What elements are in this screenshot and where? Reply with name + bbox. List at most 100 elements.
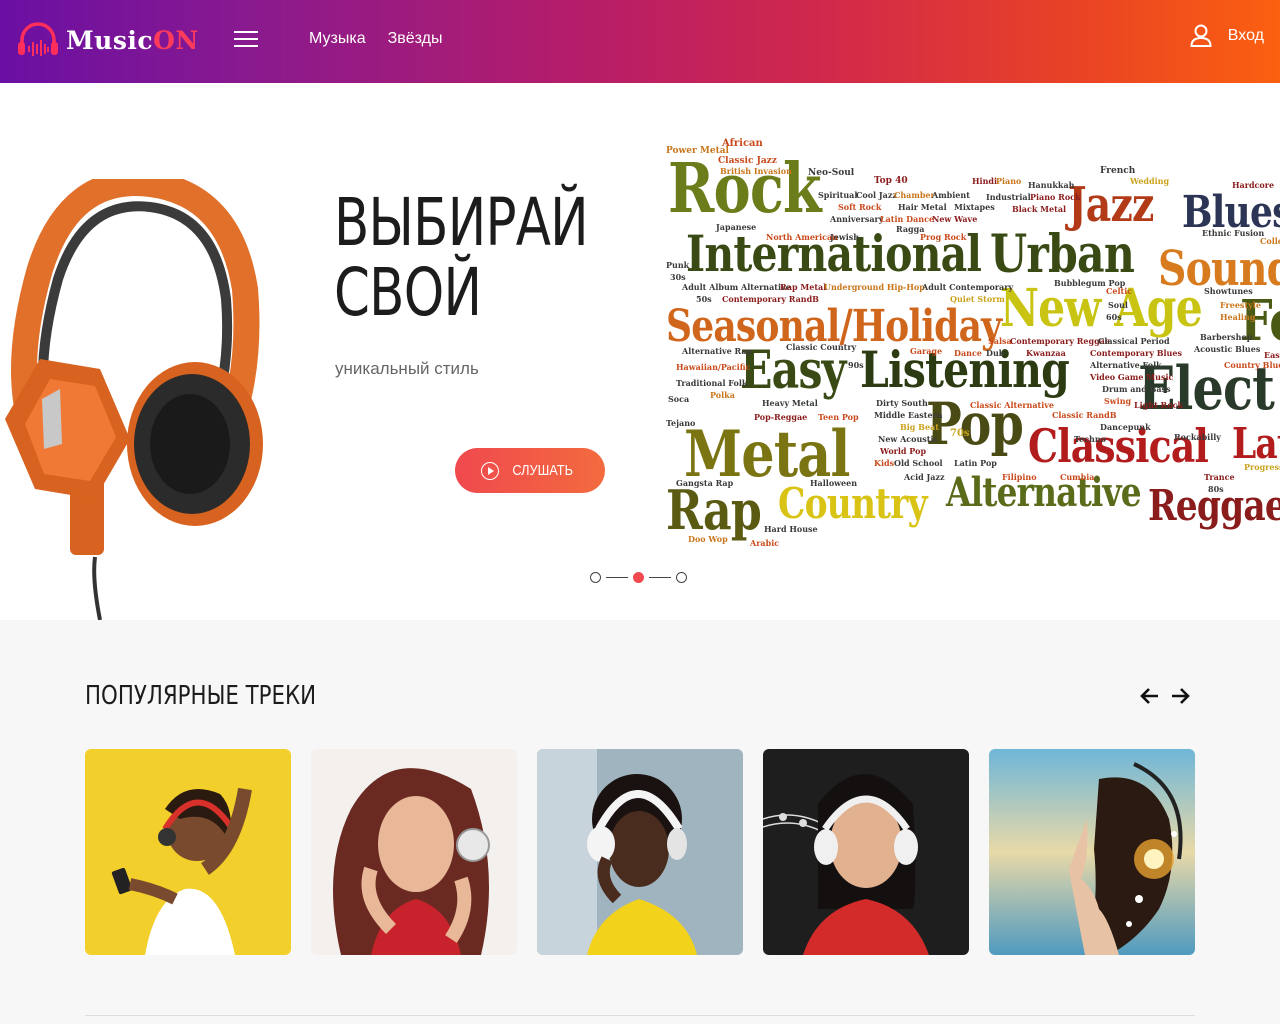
slider-dash <box>606 577 628 578</box>
genre-word: Trance <box>1204 472 1235 482</box>
genre-word: Big Beat <box>900 422 939 432</box>
track-card[interactable] <box>311 749 517 955</box>
genre-word: Ethnic Fusion <box>1202 228 1265 238</box>
track-image <box>763 749 969 955</box>
genre-word: Hardcore <box>1232 180 1275 190</box>
genre-word: Ambient <box>932 190 970 200</box>
genre-word: Prog Rock <box>920 232 967 242</box>
genre-word: New Age <box>1000 278 1203 339</box>
genre-word: Heavy Metal <box>762 398 818 408</box>
genre-word: Contemporary RandB <box>722 294 819 304</box>
nav-item-music[interactable]: Музыка <box>309 30 366 48</box>
genre-word: College <box>1260 236 1280 246</box>
hero-title: ВЫБИРАЙ СВОЙ <box>334 184 589 331</box>
genre-word: Alternative Folk <box>1090 360 1162 370</box>
genre-word: Cumbia <box>1060 472 1095 482</box>
genre-word: 80s <box>1208 484 1224 494</box>
genre-word: Adult Album Alternative <box>682 282 791 292</box>
track-image <box>989 749 1195 955</box>
section-divider <box>85 1015 1195 1016</box>
genre-word: Alternative Rap <box>682 346 753 356</box>
genre-word: Polka <box>710 390 735 400</box>
genre-word: Jewish <box>830 232 860 242</box>
track-image <box>311 749 517 955</box>
track-card[interactable] <box>85 749 291 955</box>
genre-word: Latin Dance <box>880 214 935 224</box>
genre-word: 30s <box>670 272 686 282</box>
genre-word: Piano <box>996 176 1022 186</box>
genre-word: Hindi <box>972 176 998 186</box>
genre-word: Rap Metal <box>780 282 827 292</box>
slider-dot-2[interactable] <box>633 572 644 583</box>
tracks-carousel <box>85 749 1195 955</box>
genre-word: Classic Country <box>786 342 857 352</box>
login-button[interactable]: Вход <box>1190 24 1264 48</box>
headphones-logo-icon <box>18 22 58 56</box>
genre-word: Power Metal <box>666 146 729 156</box>
genre-word: Underground Hip-Hop <box>824 282 925 292</box>
track-image <box>85 749 291 955</box>
genre-word: Tejano <box>666 418 696 428</box>
genre-word: Drum and Bass <box>1102 384 1171 394</box>
logo[interactable]: MusicON <box>16 22 199 58</box>
genre-word: Cool Jazz <box>856 190 897 200</box>
slider-dot-1[interactable] <box>590 572 601 583</box>
genre-word: Pop-Reggae <box>754 412 808 422</box>
genre-word: East Co <box>1264 350 1280 360</box>
genre-word: French <box>1100 166 1136 176</box>
genre-word: Neo-Soul <box>808 168 855 178</box>
genre-word: Light Rock <box>1134 400 1183 410</box>
play-icon <box>481 461 500 480</box>
genre-word: Wedding <box>1130 176 1170 186</box>
genre-word: Country <box>778 479 928 528</box>
hero-subtitle: уникальный стиль <box>335 359 479 378</box>
track-card[interactable] <box>989 749 1195 955</box>
genre-word: Hanukkah <box>1028 180 1075 190</box>
user-icon <box>1190 24 1212 47</box>
genre-word: Quiet Storm <box>950 294 1005 304</box>
track-card[interactable] <box>537 749 743 955</box>
genre-word: British Invasion <box>720 166 792 176</box>
genre-word: Rockabilly <box>1174 432 1221 442</box>
genre-word: New Wave <box>932 214 978 224</box>
site-header: MusicON Музыка Звёзды Вход <box>0 0 1280 83</box>
genre-word: Dance <box>954 348 982 358</box>
slider-dot-3[interactable] <box>676 572 687 583</box>
genre-word: Anniversary <box>830 214 884 224</box>
genre-word: Barbershop <box>1200 332 1253 342</box>
logo-text: MusicON <box>66 26 199 55</box>
hero-title-line1: ВЫБИРАЙ <box>334 184 589 261</box>
track-image <box>537 749 743 955</box>
popular-tracks-title: ПОПУЛЯРНЫЕ ТРЕКИ <box>85 681 317 711</box>
genre-word: Classic Jazz <box>718 156 777 166</box>
hamburger-icon[interactable] <box>234 31 258 49</box>
genre-word: Soul <box>1108 300 1128 310</box>
carousel-arrows <box>1140 686 1190 706</box>
genre-word: Progressive <box>1244 462 1280 472</box>
genre-word: Alternative <box>946 469 1142 516</box>
slider-dash <box>649 577 671 578</box>
genre-word: Filipino <box>1002 472 1037 482</box>
genre-word: Healing <box>1220 312 1256 322</box>
genre-word: Contemporary Reggae <box>1010 336 1110 346</box>
nav-item-stars[interactable]: Звёзды <box>388 30 443 48</box>
genre-word: Hawaiian/Pacific <box>676 362 751 372</box>
genre-word: Video Game Music <box>1090 372 1174 382</box>
genre-word: Lat <box>1232 419 1280 468</box>
genre-word: Celtic <box>1106 286 1133 296</box>
logo-accent: ON <box>153 25 199 55</box>
genre-word: Dub <box>986 348 1005 358</box>
hero-slider: ВЫБИРАЙ СВОЙ уникальный стиль СЛУШАТЬ Ro… <box>0 83 1280 620</box>
genre-word: Mixtapes <box>954 202 995 212</box>
genre-word: Arabic <box>750 538 780 548</box>
genre-word: Gangsta Rap <box>676 478 734 488</box>
listen-button[interactable]: СЛУШАТЬ <box>455 448 605 493</box>
track-card[interactable] <box>763 749 969 955</box>
genre-word: Spiritual <box>818 190 858 200</box>
arrow-left-icon[interactable] <box>1140 686 1160 706</box>
arrow-right-icon[interactable] <box>1170 686 1190 706</box>
genre-word: Dancepunk <box>1100 422 1151 432</box>
genre-word: Black Metal <box>1012 204 1067 214</box>
genre-word: Easy <box>740 340 846 401</box>
hero-title-line2: СВОЙ <box>334 254 482 331</box>
